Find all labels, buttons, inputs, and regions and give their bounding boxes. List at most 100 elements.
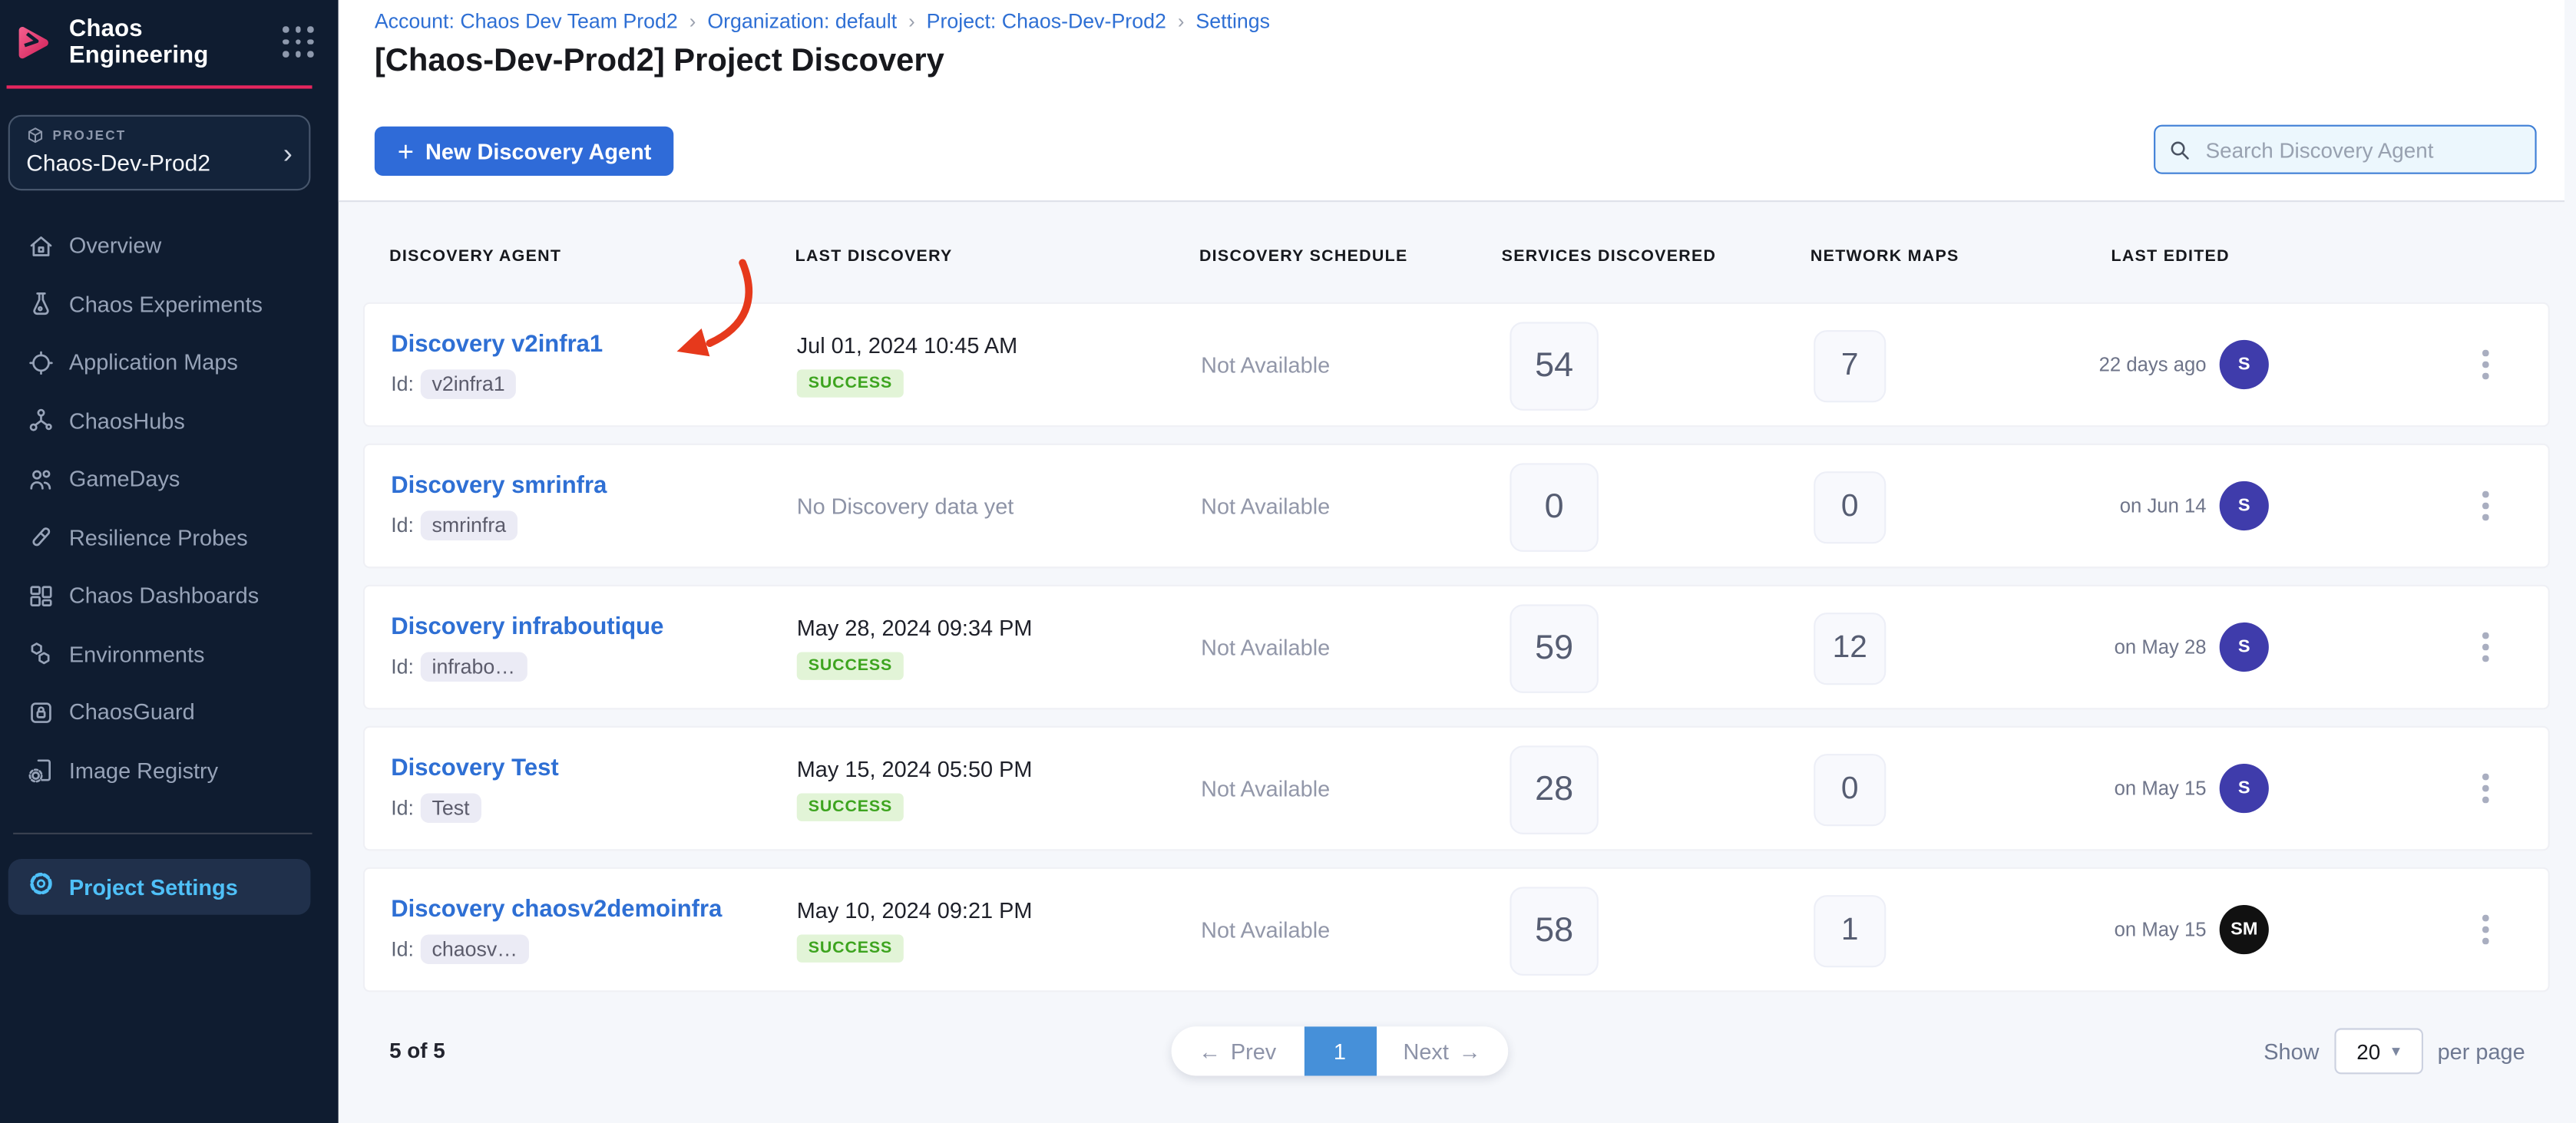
breadcrumb-separator: › — [1178, 10, 1185, 33]
agent-id: Id: v2infra1 — [391, 368, 603, 398]
agent-cell: Discovery Test Id: Test — [391, 728, 558, 849]
arrow-right-icon: → — [1459, 1039, 1481, 1063]
discovery-schedule-cell: Not Available — [1201, 728, 1330, 849]
agent-id-chip: smrinfra — [421, 510, 518, 540]
last-edited-text: 22 days ago — [2099, 353, 2207, 376]
project-selector[interactable]: PROJECT Chaos-Dev-Prod2 › — [8, 115, 311, 190]
search-box — [2154, 125, 2537, 174]
table-row: Discovery chaosv2demoinfra Id: chaosv… M… — [363, 867, 2550, 993]
sidebar-item-environments[interactable]: Environments — [0, 625, 339, 683]
sidebar-item-image-registry[interactable]: Image Registry — [0, 742, 339, 800]
discovery-schedule-cell: Not Available — [1201, 304, 1330, 425]
discovery-schedule-cell: Not Available — [1201, 586, 1330, 708]
services-discovered-count: 28 — [1510, 745, 1599, 834]
services-discovered-count: 54 — [1510, 322, 1599, 411]
column-header-services-discovered: SERVICES DISCOVERED — [1502, 248, 1717, 266]
last-edited-text: on May 15 — [2115, 918, 2207, 941]
sidebar-item-chaos-dashboards[interactable]: Chaos Dashboards — [0, 566, 339, 625]
arrow-left-icon: ← — [1199, 1039, 1221, 1063]
prev-page-button[interactable]: ← Prev — [1172, 1026, 1304, 1075]
last-edited-cell: on May 15 S — [1991, 728, 2269, 849]
status-badge: SUCCESS — [797, 792, 904, 820]
table-row: Discovery Test Id: Test May 15, 2024 05:… — [363, 726, 2550, 851]
agent-cell: Discovery infraboutique Id: infrabo… — [391, 586, 663, 708]
discovery-agent-link[interactable]: Discovery smrinfra — [391, 472, 607, 498]
chaos-engineering-logo-icon — [12, 21, 55, 64]
new-discovery-agent-button[interactable]: + New Discovery Agent — [375, 127, 674, 176]
discovery-agent-link[interactable]: Discovery Test — [391, 755, 558, 781]
discovery-agent-link[interactable]: Discovery infraboutique — [391, 613, 663, 639]
sidebar-item-application-maps[interactable]: Application Maps — [0, 333, 339, 391]
table-row: Discovery v2infra1 Id: v2infra1 Jul 01, … — [363, 302, 2550, 428]
project-label-row: PROJECT — [26, 127, 293, 145]
page-title: [Chaos-Dev-Prod2] Project Discovery — [375, 43, 944, 81]
sidebar-item-chaosguard[interactable]: ChaosGuard — [0, 683, 339, 742]
sidebar-item-project-settings[interactable]: Project Settings — [8, 859, 311, 915]
chevron-right-icon: › — [283, 140, 293, 167]
agent-cell: Discovery smrinfra Id: smrinfra — [391, 445, 607, 566]
cube-icon — [26, 127, 45, 145]
last-discovery-date: May 28, 2024 09:34 PM — [797, 615, 1033, 639]
column-header-last-discovery: LAST DISCOVERY — [795, 248, 953, 266]
status-badge: SUCCESS — [797, 933, 904, 961]
column-header-discovery-agent: DISCOVERY AGENT — [389, 248, 561, 266]
last-discovery-cell: Jul 01, 2024 10:45 AM SUCCESS — [797, 304, 1017, 425]
breadcrumb-settings-link[interactable]: Settings — [1195, 10, 1270, 33]
app-title: Chaos Engineering — [69, 16, 283, 68]
row-menu-button[interactable] — [2474, 445, 2497, 566]
row-menu-button[interactable] — [2474, 869, 2497, 990]
per-page-label: per page — [2438, 1039, 2525, 1063]
network-nodes-icon — [26, 406, 56, 436]
agent-id: Id: Test — [391, 792, 558, 822]
search-input[interactable] — [2202, 136, 2521, 163]
agent-id-chip: Test — [421, 792, 481, 822]
agent-id: Id: smrinfra — [391, 510, 607, 540]
sidebar-divider — [13, 833, 312, 834]
module-accent-divider — [7, 85, 312, 88]
project-name: Chaos-Dev-Prod2 — [26, 150, 293, 176]
current-page-button[interactable]: 1 — [1304, 1026, 1376, 1075]
column-header-last-edited: LAST EDITED — [2111, 248, 2229, 266]
sidebar-item-resilience-probes[interactable]: Resilience Probes — [0, 508, 339, 566]
sidebar-header: Chaos Engineering — [0, 0, 339, 85]
agent-id-chip: infrabo… — [421, 651, 527, 681]
last-discovery-date: May 15, 2024 05:50 PM — [797, 756, 1033, 781]
services-discovered-count: 58 — [1510, 887, 1599, 976]
last-discovery-date: No Discovery data yet — [797, 494, 1014, 518]
sidebar-item-overview[interactable]: Overview — [0, 216, 339, 275]
discovery-schedule-cell: Not Available — [1201, 869, 1330, 990]
search-icon — [2168, 137, 2191, 162]
last-edited-text: on May 28 — [2115, 636, 2207, 659]
services-discovered-count: 0 — [1510, 463, 1599, 552]
crosshair-icon — [26, 348, 56, 378]
breadcrumb-project-link[interactable]: Project: Chaos-Dev-Prod2 — [927, 10, 1166, 33]
table-row: Discovery smrinfra Id: smrinfra No Disco… — [363, 444, 2550, 569]
avatar: S — [2220, 623, 2269, 672]
agent-cell: Discovery chaosv2demoinfra Id: chaosv… — [391, 869, 722, 990]
status-badge: SUCCESS — [797, 651, 904, 679]
last-discovery-cell: No Discovery data yet — [797, 445, 1014, 566]
home-icon — [26, 231, 56, 261]
sidebar-item-chaoshubs[interactable]: ChaosHubs — [0, 391, 339, 450]
last-discovery-date: May 10, 2024 09:21 PM — [797, 897, 1033, 922]
lock-shield-icon — [26, 698, 56, 728]
discovery-agent-link[interactable]: Discovery v2infra1 — [391, 331, 603, 357]
row-menu-button[interactable] — [2474, 304, 2497, 425]
sidebar-nav: Overview Chaos Experiments Application M… — [0, 216, 339, 800]
row-menu-button[interactable] — [2474, 586, 2497, 708]
project-label: PROJECT — [52, 128, 126, 143]
breadcrumb-organization-link[interactable]: Organization: default — [707, 10, 897, 33]
agent-id: Id: infrabo… — [391, 651, 663, 681]
page-size-select[interactable]: 20 ▾ — [2334, 1028, 2423, 1074]
last-edited-cell: on Jun 14 S — [1991, 445, 2269, 566]
next-page-button[interactable]: Next → — [1376, 1026, 1508, 1075]
avatar: S — [2220, 340, 2269, 389]
breadcrumb-account-link[interactable]: Account: Chaos Dev Team Prod2 — [375, 10, 678, 33]
sidebar-item-gamedays[interactable]: GameDays — [0, 450, 339, 508]
sidebar-item-chaos-experiments[interactable]: Chaos Experiments — [0, 275, 339, 333]
module-switcher-grid-icon[interactable] — [283, 26, 316, 59]
discovery-agent-link[interactable]: Discovery chaosv2demoinfra — [391, 896, 722, 922]
row-menu-button[interactable] — [2474, 728, 2497, 849]
show-label: Show — [2264, 1039, 2319, 1063]
chevron-down-icon: ▾ — [2392, 1042, 2400, 1061]
